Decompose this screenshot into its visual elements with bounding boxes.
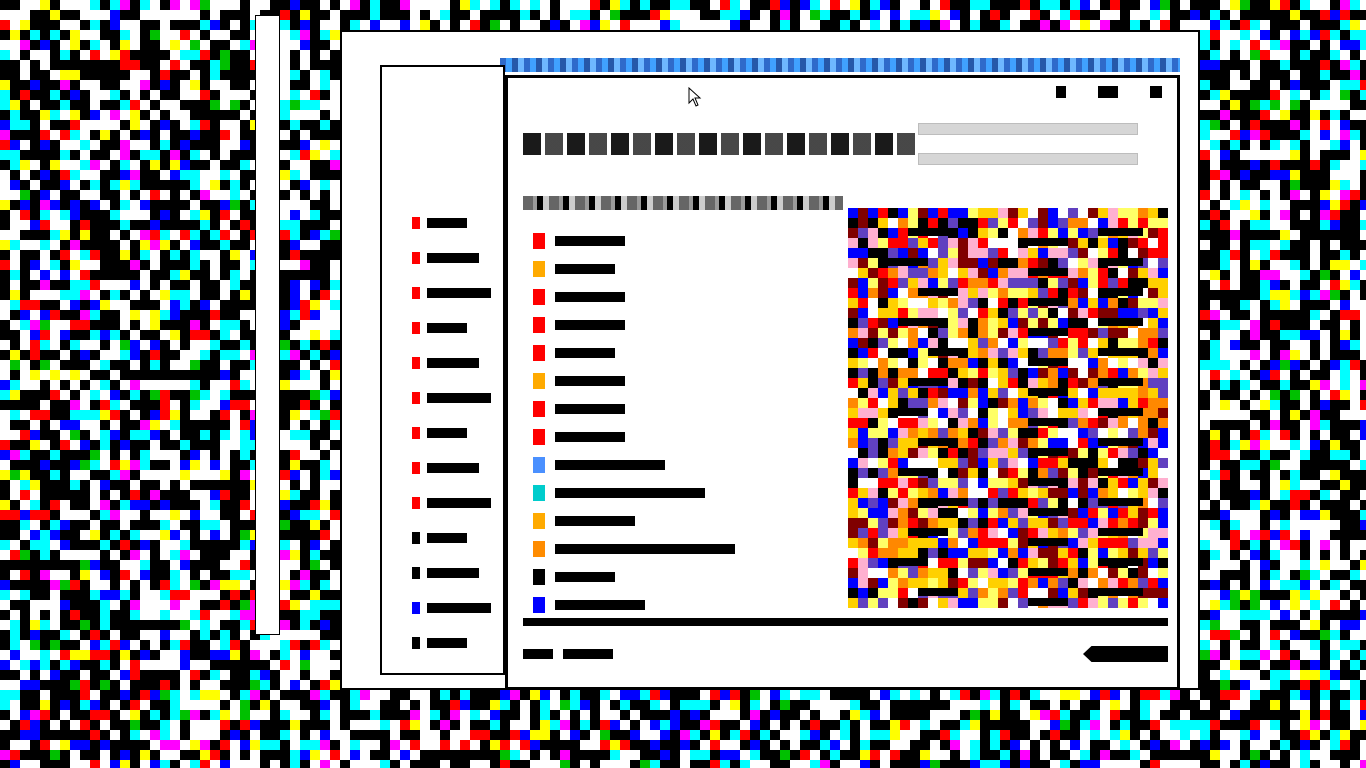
file-type-icon xyxy=(533,597,545,613)
side-item-icon xyxy=(412,427,420,439)
file-row[interactable] xyxy=(533,317,833,333)
side-panel-window[interactable] xyxy=(380,65,505,675)
side-item-icon xyxy=(412,462,420,474)
file-type-icon xyxy=(533,317,545,333)
side-panel-item[interactable] xyxy=(427,358,479,368)
file-type-icon xyxy=(533,485,545,501)
file-row[interactable] xyxy=(533,597,833,613)
side-panel-item[interactable] xyxy=(427,603,491,613)
search-input[interactable] xyxy=(918,153,1138,165)
side-panel-item[interactable] xyxy=(427,428,467,438)
file-type-icon xyxy=(533,345,545,361)
side-item-icon xyxy=(412,217,420,229)
side-item-icon xyxy=(412,357,420,369)
side-panel-item[interactable] xyxy=(427,463,479,473)
file-type-icon xyxy=(533,261,545,277)
file-name xyxy=(555,544,735,554)
arrow-pointer-icon xyxy=(688,87,702,107)
file-name xyxy=(555,236,625,246)
file-row[interactable] xyxy=(533,485,833,501)
left-taskbar-strip xyxy=(255,15,280,635)
file-row[interactable] xyxy=(533,233,833,249)
file-row[interactable] xyxy=(533,401,833,417)
file-row[interactable] xyxy=(533,569,833,585)
file-name xyxy=(555,488,705,498)
file-row[interactable] xyxy=(533,373,833,389)
side-panel-item[interactable] xyxy=(427,323,467,333)
maximize-icon[interactable] xyxy=(1098,86,1118,98)
file-name xyxy=(555,264,615,274)
preview-image xyxy=(848,208,1168,608)
file-name xyxy=(555,376,625,386)
file-type-icon xyxy=(533,233,545,249)
file-list[interactable] xyxy=(523,223,843,618)
file-type-icon xyxy=(533,569,545,585)
file-name xyxy=(555,348,615,358)
file-name xyxy=(555,572,615,582)
file-row[interactable] xyxy=(533,429,833,445)
status-indicator xyxy=(1083,646,1168,662)
preview-pane xyxy=(848,208,1168,608)
column-headers[interactable] xyxy=(523,196,843,210)
file-row[interactable] xyxy=(533,289,833,305)
status-bar xyxy=(523,646,1168,662)
side-item-icon xyxy=(412,497,420,509)
side-item-icon xyxy=(412,252,420,264)
file-row[interactable] xyxy=(533,513,833,529)
file-name xyxy=(555,460,665,470)
file-name xyxy=(555,600,645,610)
pane-divider xyxy=(523,618,1168,626)
file-explorer-window[interactable] xyxy=(505,75,1180,690)
side-panel-item[interactable] xyxy=(427,533,467,543)
side-item-icon xyxy=(412,322,420,334)
side-item-icon xyxy=(412,637,420,649)
side-panel-item[interactable] xyxy=(427,498,491,508)
file-type-icon xyxy=(533,401,545,417)
background-window-titlebar[interactable] xyxy=(500,58,1180,72)
file-row[interactable] xyxy=(533,457,833,473)
side-panel-item[interactable] xyxy=(427,638,467,648)
close-icon[interactable] xyxy=(1150,86,1162,98)
file-type-icon xyxy=(533,541,545,557)
window-titlebar[interactable] xyxy=(508,78,1177,106)
file-type-icon xyxy=(533,289,545,305)
file-type-icon xyxy=(533,457,545,473)
side-item-icon xyxy=(412,287,420,299)
address-bar[interactable] xyxy=(918,123,1138,135)
side-item-icon xyxy=(412,532,420,544)
file-row[interactable] xyxy=(533,541,833,557)
desktop-screen xyxy=(0,0,1366,768)
file-row[interactable] xyxy=(533,345,833,361)
side-panel-item[interactable] xyxy=(427,568,479,578)
side-panel-item[interactable] xyxy=(427,288,491,298)
side-panel-item[interactable] xyxy=(427,253,479,263)
file-name xyxy=(555,292,625,302)
file-row[interactable] xyxy=(533,261,833,277)
file-type-icon xyxy=(533,513,545,529)
side-item-icon xyxy=(412,602,420,614)
status-text xyxy=(523,649,613,659)
side-item-icon xyxy=(412,567,420,579)
file-type-icon xyxy=(533,429,545,445)
file-name xyxy=(555,404,625,414)
side-item-icon xyxy=(412,392,420,404)
file-name xyxy=(555,516,635,526)
side-panel-item[interactable] xyxy=(427,393,491,403)
file-name xyxy=(555,320,625,330)
file-type-icon xyxy=(533,373,545,389)
side-panel-item[interactable] xyxy=(427,218,467,228)
file-name xyxy=(555,432,625,442)
toolbar[interactable] xyxy=(523,133,918,155)
minimize-icon[interactable] xyxy=(1056,86,1066,98)
